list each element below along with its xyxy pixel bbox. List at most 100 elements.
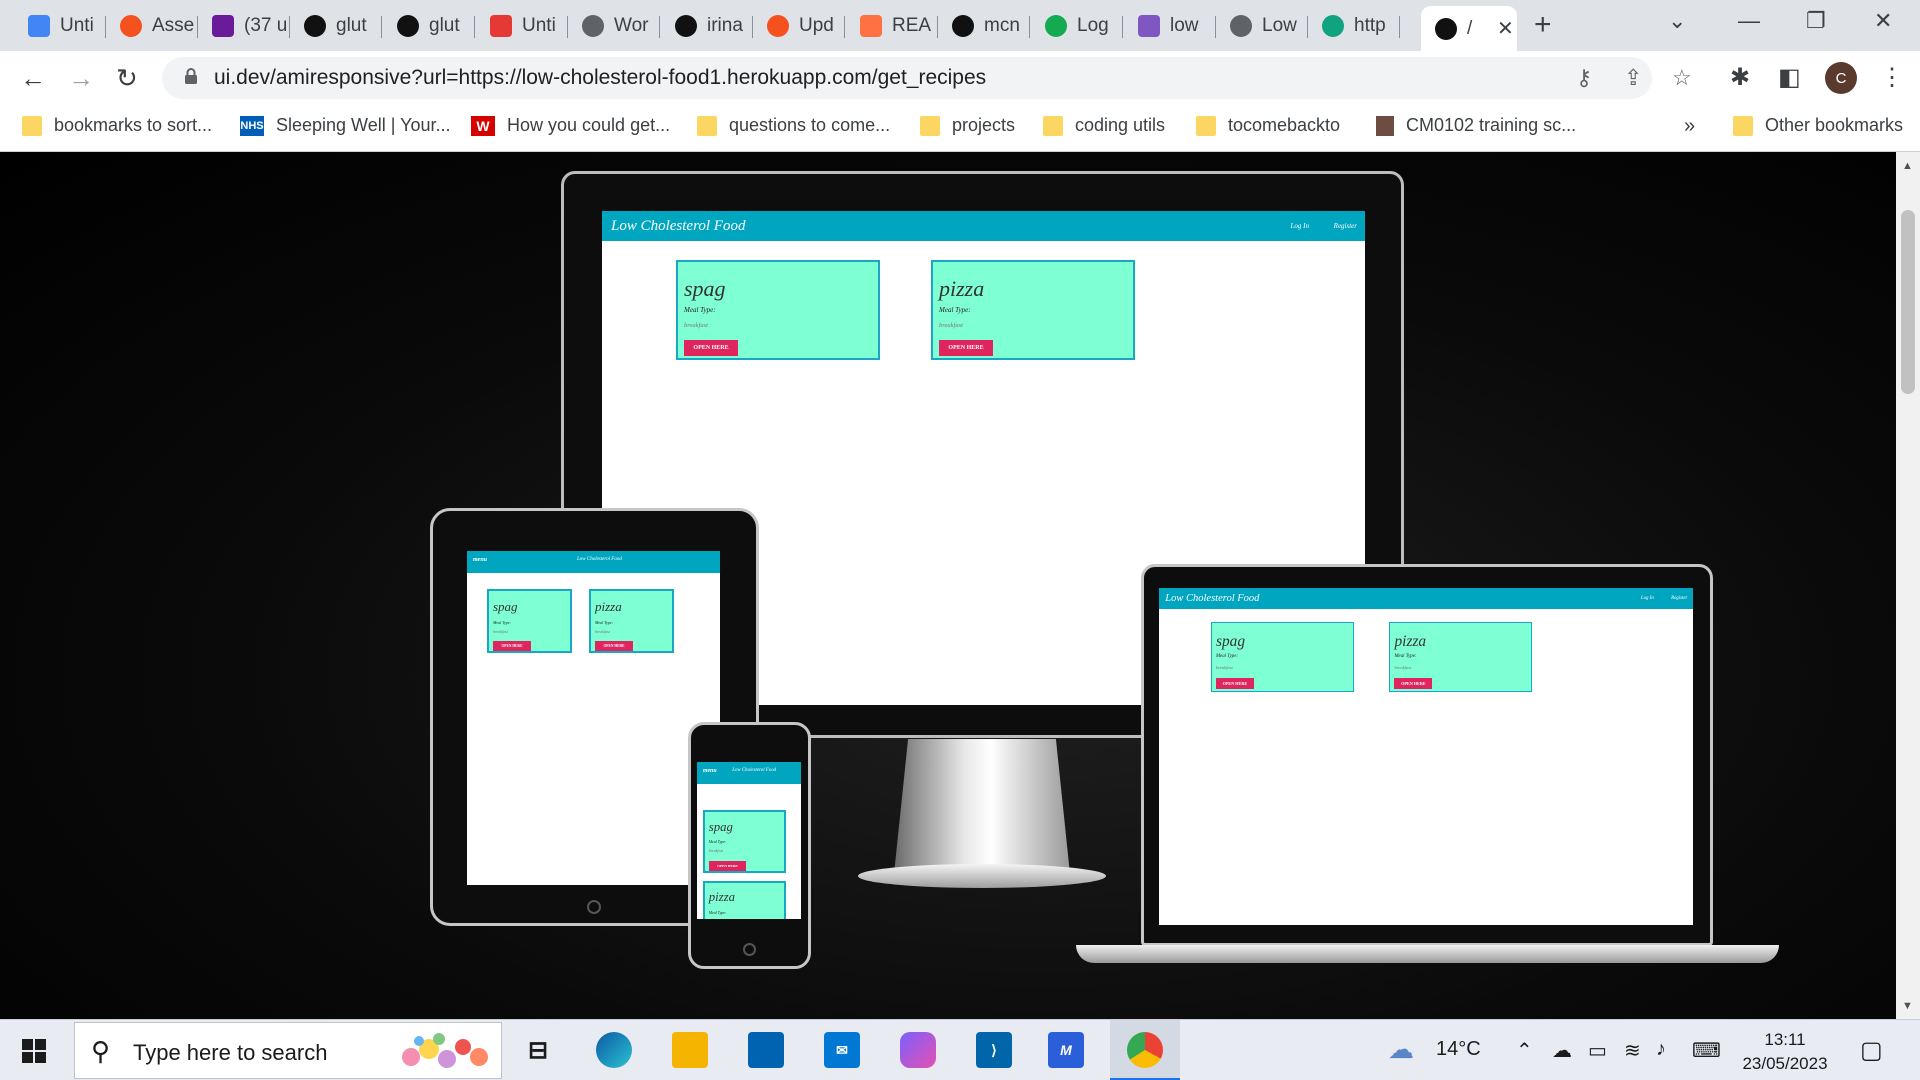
browser-tab[interactable]: mcn [938, 6, 1030, 46]
input-icon[interactable]: ⌨ [1692, 1038, 1721, 1063]
menu-link[interactable]: menu [703, 768, 717, 774]
browser-tab[interactable]: REA [846, 6, 938, 46]
tablet-screen[interactable]: menu Low Cholesterol Food spag Meal Type: br… [467, 551, 720, 885]
task-view-icon[interactable]: ⊟ [520, 1032, 556, 1068]
scroll-up-icon[interactable]: ▲ [1902, 160, 1913, 172]
extensions-icon[interactable]: ✱ [1730, 63, 1750, 92]
mail-icon[interactable]: ✉ [824, 1032, 860, 1068]
bookmark-star-icon[interactable]: ☆ [1672, 65, 1692, 91]
recipe-card: pizza Meal Type: breakfast OPEN HERE [931, 260, 1135, 360]
mathtype-icon[interactable]: M [1048, 1032, 1084, 1068]
browser-tab[interactable]: http [1308, 6, 1400, 46]
register-link[interactable]: Register [1671, 596, 1687, 601]
browser-tab[interactable]: Wor [568, 6, 660, 46]
browser-tab[interactable]: Log [1031, 6, 1123, 46]
site-brand[interactable]: Low Cholesterol Food [732, 768, 776, 773]
onedrive-icon[interactable]: ☁ [1552, 1038, 1572, 1063]
open-recipe-button[interactable]: OPEN HERE [1215, 677, 1254, 690]
open-recipe-button[interactable]: OPEN HERE [595, 641, 633, 651]
folder-icon [697, 115, 717, 136]
reload-icon[interactable]: ↻ [116, 63, 138, 94]
browser-tab[interactable]: Upd [753, 6, 845, 46]
open-recipe-button[interactable]: OPEN HERE [1394, 677, 1433, 690]
clock[interactable]: 13:11 23/05/2023 [1730, 1028, 1840, 1076]
tab-title: low [1170, 15, 1199, 36]
volume-icon[interactable]: ♪ [1656, 1038, 1666, 1061]
phone-screen[interactable]: menu Low Cholesterol Food spag Meal Type: br… [697, 762, 801, 919]
menu-link[interactable]: menu [473, 557, 487, 563]
tab-title: glut [336, 15, 367, 36]
open-recipe-button[interactable]: OPEN HERE [939, 340, 993, 356]
browser-tab[interactable]: Asse [106, 6, 198, 46]
key-icon[interactable]: ⚷ [1576, 65, 1592, 91]
site-brand[interactable]: Low Cholesterol Food [611, 218, 745, 235]
scroll-thumb[interactable] [1901, 210, 1915, 394]
restore-icon[interactable]: ❐ [1806, 8, 1826, 34]
taskbar-search-box[interactable]: ⚲ Type here to search [74, 1022, 502, 1079]
browser-tab[interactable]: low [1124, 6, 1216, 46]
browser-tab[interactable]: Low [1216, 6, 1308, 46]
weather-temp[interactable]: 14°C [1436, 1038, 1481, 1061]
tab-separator [1399, 16, 1400, 38]
site-brand[interactable]: Low Cholesterol Food [577, 557, 622, 562]
page-scrollbar[interactable]: ▲ ▼ [1896, 152, 1920, 1019]
browser-tab[interactable]: Unti [14, 6, 106, 46]
bookmark-item[interactable]: questions to come... [697, 115, 890, 136]
login-link[interactable]: Log In [1291, 222, 1309, 230]
notifications-icon[interactable]: ▢ [1860, 1036, 1883, 1065]
tab-search-icon[interactable]: ⌄ [1668, 8, 1686, 34]
bookmark-item[interactable]: NHS Sleeping Well | Your... [240, 115, 450, 136]
tab-title: Upd [799, 15, 834, 36]
search-icon: ⚲ [91, 1036, 111, 1066]
browser-tab[interactable]: irina [661, 6, 753, 46]
bookmarks-overflow-button[interactable]: » [1684, 115, 1695, 138]
bookmark-item[interactable]: W How you could get... [471, 115, 670, 136]
side-panel-icon[interactable]: ◧ [1778, 63, 1801, 92]
chrome-icon[interactable] [1127, 1032, 1163, 1068]
browser-tab[interactable]: (37 u [198, 6, 290, 46]
minimize-icon[interactable]: — [1738, 8, 1760, 34]
recipe-card: spag Meal Type: breakfast OPEN HERE [702, 810, 787, 873]
browser-tab[interactable]: Unti [476, 6, 568, 46]
login-link[interactable]: Log In [1641, 596, 1654, 601]
scroll-down-icon[interactable]: ▼ [1902, 1000, 1913, 1012]
open-recipe-button[interactable]: OPEN HERE [493, 641, 531, 651]
open-recipe-button[interactable]: OPEN HERE [708, 861, 747, 871]
battery-icon[interactable]: ▭ [1588, 1038, 1607, 1063]
browser-tab[interactable]: glut [290, 6, 382, 46]
microsoft-store-icon[interactable] [748, 1032, 784, 1068]
bookmark-item[interactable]: CM0102 training sc... [1376, 115, 1576, 136]
file-explorer-icon[interactable] [672, 1032, 708, 1068]
bookmark-label: projects [952, 115, 1016, 135]
windows-start-icon[interactable] [22, 1039, 46, 1063]
weather-icon[interactable]: ☁ [1388, 1034, 1414, 1065]
site-brand[interactable]: Low Cholesterol Food [1165, 593, 1259, 604]
back-icon[interactable]: ← [20, 63, 46, 94]
browser-tab[interactable]: / ✕ [1421, 6, 1517, 51]
bookmark-item[interactable]: coding utils [1043, 115, 1165, 136]
edge-icon[interactable] [596, 1032, 632, 1068]
close-window-icon[interactable]: ✕ [1874, 8, 1892, 34]
open-recipe-button[interactable]: OPEN HERE [684, 340, 738, 356]
recipe-card: pizza Meal Type: breakfast OPEN HERE [1389, 622, 1533, 693]
search-placeholder: Type here to search [133, 1040, 328, 1065]
share-icon[interactable]: ⇪ [1624, 65, 1642, 91]
bookmark-item[interactable]: projects [920, 115, 1015, 136]
new-tab-button[interactable]: + [1534, 8, 1552, 42]
forward-icon[interactable]: → [68, 63, 94, 94]
chrome-menu-icon[interactable]: ⋮ [1880, 63, 1904, 92]
close-tab-icon[interactable]: ✕ [1497, 16, 1514, 41]
wifi-icon[interactable]: ≋ [1624, 1038, 1641, 1063]
copilot-icon[interactable] [900, 1032, 936, 1068]
vscode-icon[interactable]: ⟩ [976, 1032, 1012, 1068]
address-bar[interactable]: ui.dev/amiresponsive?url=https://low-cho… [162, 57, 1692, 99]
laptop-screen[interactable]: Low Cholesterol Food Log In Register spag Me… [1159, 588, 1693, 925]
profile-avatar[interactable]: C [1825, 62, 1857, 94]
show-hidden-icons-icon[interactable]: ⌃ [1516, 1038, 1533, 1063]
bookmark-item[interactable]: tocomebackto [1196, 115, 1340, 136]
register-link[interactable]: Register [1334, 222, 1357, 230]
browser-tab[interactable]: glut [383, 6, 475, 46]
google-docs-icon [28, 15, 50, 37]
bookmark-item[interactable]: bookmarks to sort... [22, 115, 212, 136]
other-bookmarks[interactable]: Other bookmarks [1733, 115, 1903, 136]
